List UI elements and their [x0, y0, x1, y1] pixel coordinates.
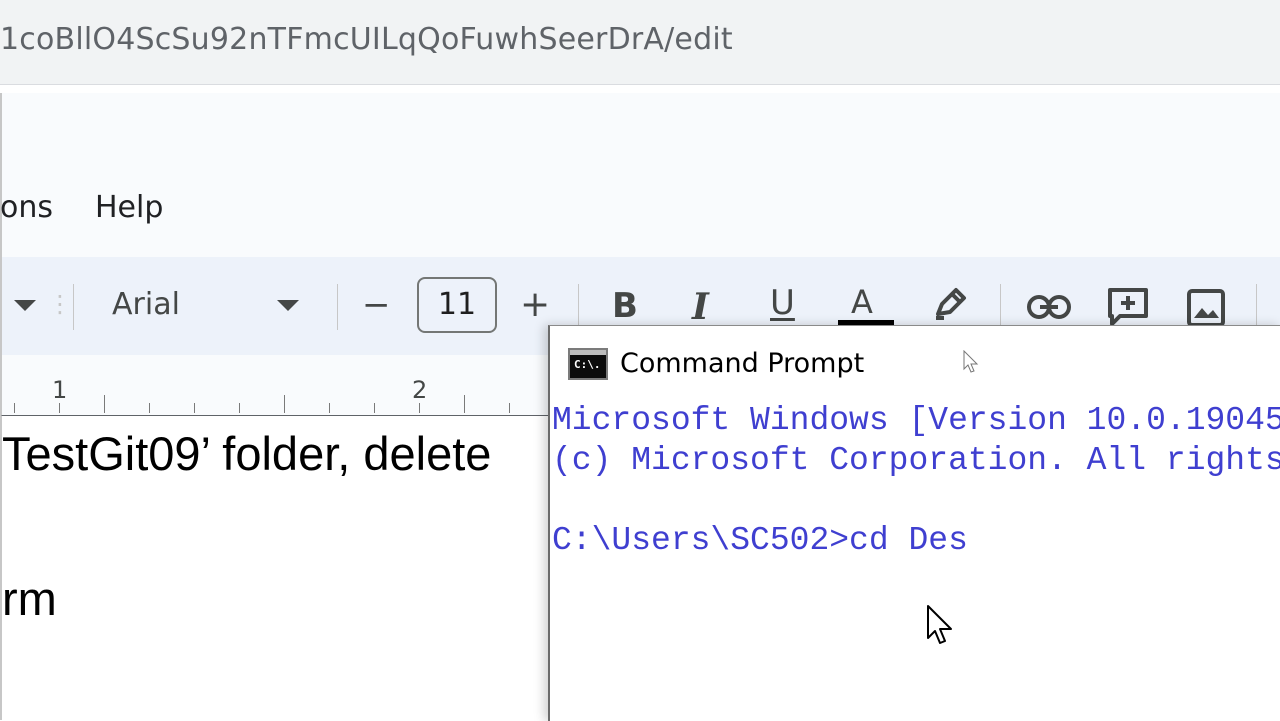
console-line: Microsoft Windows [Version 10.0.19045	[552, 402, 1280, 439]
toolbar-separator	[73, 284, 74, 330]
add-comment-icon[interactable]	[1106, 286, 1150, 328]
console-line: (c) Microsoft Corporation. All rights	[552, 442, 1280, 479]
document-page[interactable]: TestGit09’ folder, delete rm	[0, 416, 562, 720]
mouse-pointer-icon	[927, 605, 952, 644]
url-text[interactable]: 1coBllO4ScSu92nTFmcUILqQoFuwhSeerDrA/edi…	[0, 22, 733, 57]
ruler-tick	[59, 403, 60, 413]
ruler-mark-2: 2	[412, 376, 428, 404]
ruler-tick	[509, 403, 510, 413]
font-dropdown-caret-icon[interactable]	[277, 300, 299, 311]
more-dots-icon: ⋮	[48, 290, 72, 318]
ruler-tick	[14, 403, 15, 413]
docs-header	[0, 93, 1280, 257]
toolbar-separator	[337, 284, 338, 330]
insert-image-icon[interactable]	[1186, 288, 1226, 328]
command-prompt-app-icon: C:\.	[568, 348, 608, 380]
mouse-pointer-icon	[963, 350, 979, 373]
highlight-color-icon[interactable]	[930, 284, 970, 324]
underline-button[interactable]: U	[770, 286, 795, 320]
window-title: Command Prompt	[620, 348, 865, 379]
ruler-tick	[374, 403, 375, 413]
document-line[interactable]: TestGit09’ folder, delete	[2, 426, 491, 481]
ruler-tick	[149, 403, 150, 413]
decrease-font-size-button[interactable]: −	[362, 288, 391, 322]
increase-font-size-button[interactable]: +	[520, 287, 550, 323]
ruler-mark-1: 1	[52, 376, 68, 404]
ruler-tick	[419, 403, 420, 413]
text-color-button[interactable]: A	[851, 286, 873, 318]
insert-link-icon[interactable]	[1026, 290, 1072, 324]
ruler-tick	[104, 395, 105, 413]
ruler-tick	[329, 403, 330, 413]
command-prompt-window[interactable]: C:\. Command Prompt Microsoft Windows [V…	[548, 325, 1280, 721]
console-input-line[interactable]: C:\Users\SC502>cd Des	[552, 522, 968, 559]
font-family-select[interactable]: Arial	[112, 287, 180, 322]
ruler-tick	[239, 403, 240, 413]
font-size-input[interactable]: 11	[417, 277, 497, 333]
ruler-tick	[194, 403, 195, 413]
document-line[interactable]: rm	[2, 571, 57, 626]
horizontal-ruler[interactable]	[0, 355, 562, 417]
cmd-icon-label: C:\.	[574, 358, 601, 371]
bold-button[interactable]: B	[612, 289, 638, 323]
toolbar-separator	[578, 284, 579, 330]
menu-item-help[interactable]: Help	[95, 190, 163, 225]
ruler-tick	[464, 395, 465, 413]
menu-item-extensions[interactable]: ons	[0, 190, 53, 225]
ruler-tick	[284, 395, 285, 413]
styles-dropdown-caret-icon[interactable]	[14, 300, 36, 311]
italic-button[interactable]: I	[692, 289, 709, 325]
address-bar[interactable]: 1coBllO4ScSu92nTFmcUILqQoFuwhSeerDrA/edi…	[0, 0, 1280, 85]
toolbar-separator	[1000, 284, 1001, 330]
toolbar-separator	[1256, 284, 1257, 330]
